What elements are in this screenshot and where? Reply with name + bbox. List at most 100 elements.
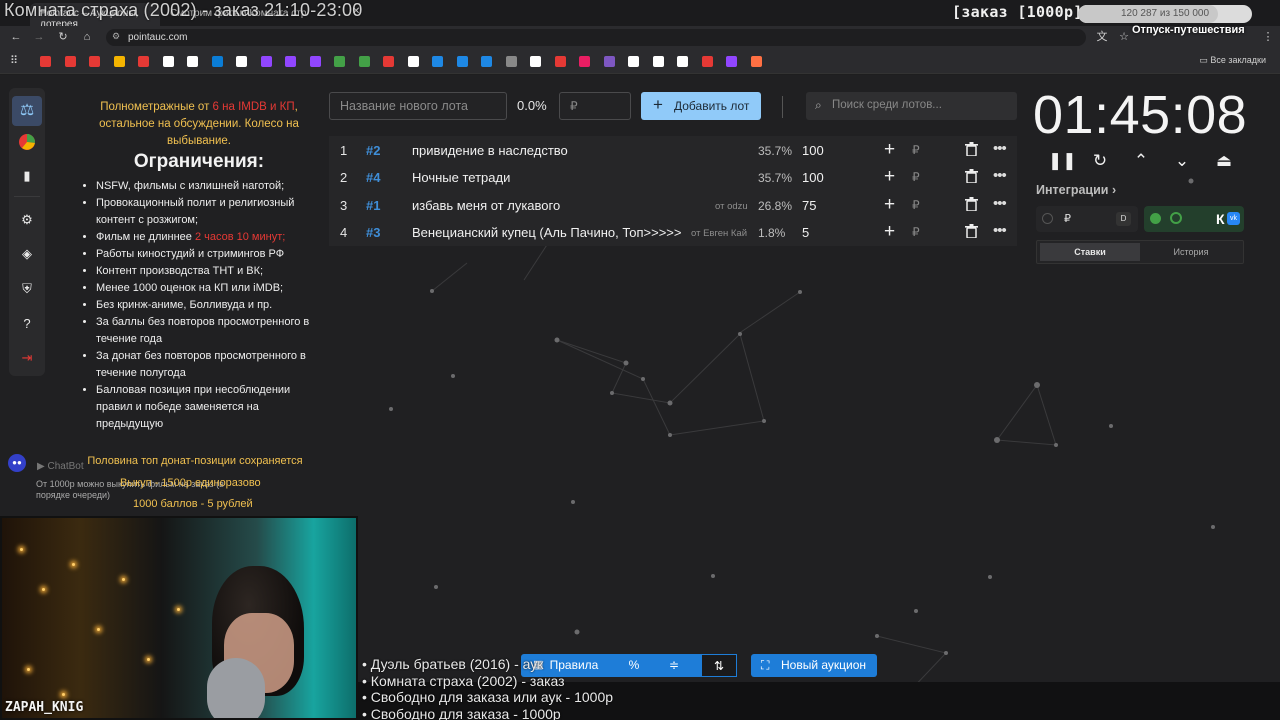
- bookmark-icon[interactable]: [211, 56, 223, 67]
- new-lot-name-input[interactable]: Название нового лота: [329, 92, 507, 120]
- restart-icon[interactable]: ↻: [1089, 151, 1111, 171]
- more-options-icon[interactable]: •••: [993, 195, 1007, 212]
- new-lot-amount-input[interactable]: ₽: [559, 92, 631, 120]
- tab-history[interactable]: История: [1141, 243, 1241, 261]
- lot-row[interactable]: 2 #4 Ночные тетради 35.7% 100 + ₽ •••: [329, 164, 1017, 191]
- settings-icon[interactable]: ⚙: [18, 211, 36, 229]
- bookmark-icon[interactable]: [652, 56, 664, 67]
- split-icon[interactable]: ≑: [659, 654, 689, 677]
- add-bid-icon[interactable]: +: [884, 166, 895, 188]
- timer-up-icon[interactable]: ⌃: [1130, 151, 1152, 171]
- lot-row[interactable]: 4 #3 Венецианский купец (Аль Пачино, Топ>>…: [329, 219, 1017, 246]
- lot-name[interactable]: Ночные тетради: [412, 170, 510, 185]
- add-bid-icon[interactable]: +: [884, 221, 895, 243]
- toggle-off-icon[interactable]: [1042, 213, 1053, 224]
- timer-down-icon[interactable]: ⌄: [1171, 151, 1193, 171]
- site-info-icon[interactable]: ⚙: [112, 31, 120, 42]
- lot-amount[interactable]: 100: [802, 170, 824, 185]
- layers-icon[interactable]: ◈: [18, 245, 36, 263]
- integration-card-vk[interactable]: К vk: [1144, 206, 1244, 232]
- lot-name[interactable]: Венецианский купец (Аль Пачино, Топ>>>>>: [412, 225, 682, 240]
- lot-fast-id[interactable]: #1: [366, 198, 380, 213]
- add-lot-button[interactable]: + Добавить лот: [641, 92, 761, 120]
- bookmark-icon[interactable]: [677, 56, 688, 67]
- more-options-icon[interactable]: •••: [993, 222, 1007, 239]
- bookmark-icon[interactable]: [162, 56, 174, 67]
- bookmark-icon[interactable]: [138, 56, 149, 67]
- new-auction-button[interactable]: ⛶ Новый аукцион: [751, 654, 877, 677]
- bookmark-icon[interactable]: [113, 56, 125, 67]
- bookmark-icon[interactable]: [554, 56, 566, 67]
- help-icon[interactable]: ?: [18, 315, 36, 333]
- bookmark-icon[interactable]: [750, 56, 762, 67]
- tab-bids[interactable]: Ставки: [1040, 243, 1140, 261]
- bookmark-icon[interactable]: [456, 56, 468, 67]
- bookmark-icon[interactable]: [726, 56, 737, 67]
- lot-name[interactable]: привидение в наследство: [412, 143, 568, 158]
- lot-bid-currency[interactable]: ₽: [912, 225, 920, 239]
- lot-row[interactable]: 3 #1 избавь меня от лукавого от odzu 26.8% 75…: [329, 192, 1017, 219]
- menu-icon[interactable]: ⋮: [1260, 30, 1276, 44]
- wheel-icon[interactable]: [18, 133, 36, 151]
- bookmark-icon[interactable]: [309, 56, 321, 67]
- bookmark-icon[interactable]: [407, 56, 419, 67]
- delete-icon[interactable]: [965, 223, 978, 238]
- url-field[interactable]: ⚙ pointauc.com: [106, 29, 1086, 46]
- back-icon[interactable]: ←: [8, 30, 24, 44]
- lot-fast-id[interactable]: #3: [366, 225, 380, 240]
- shield-icon[interactable]: ⛨: [18, 280, 36, 298]
- lot-fast-id[interactable]: #4: [366, 170, 380, 185]
- more-options-icon[interactable]: •••: [993, 167, 1007, 184]
- toggle-on-icon[interactable]: [1150, 213, 1161, 224]
- integrations-link[interactable]: Интеграции ›: [1036, 183, 1116, 197]
- more-options-icon[interactable]: •••: [993, 140, 1007, 157]
- bookmark-icon[interactable]: [383, 56, 394, 67]
- sort-icon[interactable]: ⇅: [701, 654, 737, 677]
- lot-amount[interactable]: 75: [802, 198, 816, 213]
- delete-icon[interactable]: [965, 142, 978, 156]
- apps-grid-icon[interactable]: ⠿: [6, 54, 22, 68]
- bookmark-icon[interactable]: [628, 56, 639, 67]
- reload-icon[interactable]: ↻: [55, 30, 71, 44]
- bookmark-icon[interactable]: [89, 56, 100, 67]
- pause-icon[interactable]: ❚❚: [1048, 151, 1077, 171]
- lot-name[interactable]: избавь меня от лукавого: [412, 198, 560, 213]
- integration-card-rub[interactable]: ₽ D: [1036, 206, 1138, 232]
- bookmark-icon[interactable]: [432, 56, 443, 67]
- bookmark-icon[interactable]: [481, 56, 492, 67]
- lot-row[interactable]: 1 #2 привидение в наследство 35.7% 100 + ₽ •••: [329, 137, 1017, 164]
- lot-bid-currency[interactable]: ₽: [912, 198, 920, 212]
- lot-bid-currency[interactable]: ₽: [912, 170, 920, 184]
- translate-icon[interactable]: 文: [1094, 30, 1110, 44]
- lot-fast-id[interactable]: #2: [366, 143, 380, 158]
- lot-amount[interactable]: 5: [802, 225, 809, 240]
- bookmark-icon[interactable]: [334, 56, 345, 67]
- bookmark-icon[interactable]: [64, 56, 76, 67]
- bookmark-icon[interactable]: [285, 56, 296, 67]
- bookmark-icon[interactable]: [358, 56, 370, 67]
- bookmark-icon[interactable]: [701, 56, 713, 67]
- timer-collapse-icon[interactable]: ⏏: [1213, 151, 1235, 171]
- bookmark-icon[interactable]: [579, 56, 590, 67]
- bookmark-icon[interactable]: [236, 56, 247, 67]
- bookmark-icon[interactable]: [187, 56, 198, 67]
- gavel-icon[interactable]: ⚖: [12, 96, 42, 126]
- lot-amount[interactable]: 100: [802, 143, 824, 158]
- bookmark-icon[interactable]: [603, 56, 615, 67]
- add-bid-icon[interactable]: +: [884, 194, 895, 216]
- logout-icon[interactable]: ⇥: [18, 349, 36, 367]
- bookmark-icon[interactable]: [530, 56, 541, 67]
- delete-icon[interactable]: [965, 169, 978, 184]
- star-icon[interactable]: ☆: [1116, 30, 1132, 44]
- add-bid-icon[interactable]: +: [884, 139, 895, 161]
- percent-icon[interactable]: %: [619, 654, 649, 677]
- lot-search-input[interactable]: ⌕ Поиск среди лотов...: [806, 92, 1017, 120]
- bookmark-icon[interactable]: [505, 56, 517, 67]
- delete-icon[interactable]: [965, 196, 978, 211]
- lot-bid-currency[interactable]: ₽: [912, 143, 920, 157]
- forward-icon[interactable]: →: [31, 30, 47, 44]
- home-icon[interactable]: ⌂: [79, 30, 95, 44]
- bookmark-icon[interactable]: [40, 56, 51, 67]
- stats-icon[interactable]: ▮: [18, 167, 36, 185]
- bookmark-icon[interactable]: [260, 56, 272, 67]
